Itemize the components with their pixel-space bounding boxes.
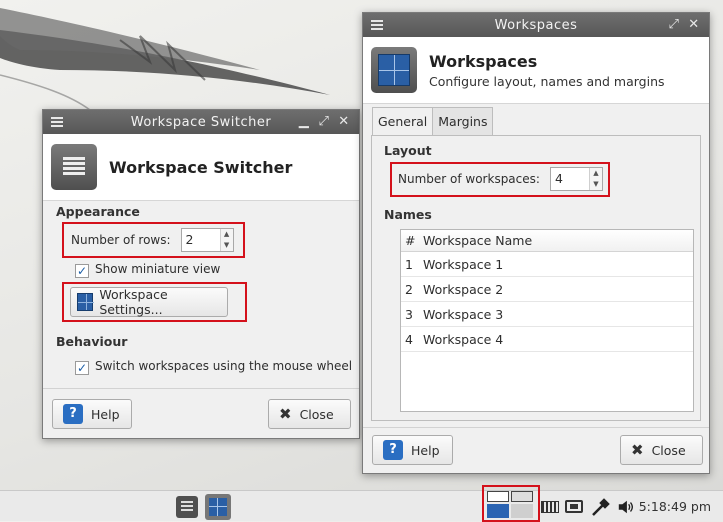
row-name[interactable]: Workspace 1 <box>421 257 503 272</box>
rows-value[interactable]: 2 <box>182 229 220 251</box>
mouse-wheel-checkbox[interactable]: ✓ <box>75 361 89 375</box>
appearance-heading: Appearance <box>56 204 140 219</box>
volume-icon[interactable] <box>617 498 635 516</box>
workspaces-icon <box>371 47 417 93</box>
workspaces-window: Workspaces ⤢ ✕ Workspaces Configure layo… <box>362 12 710 474</box>
close-icon[interactable]: ✕ <box>687 17 701 33</box>
workspace-settings-button[interactable]: Workspace Settings... <box>70 287 228 317</box>
workspace-names-table: # Workspace Name 1 Workspace 1 2 Workspa… <box>400 229 694 412</box>
tab-margins[interactable]: Margins <box>432 107 494 135</box>
workspace-count-spinner[interactable]: 4 ▲ ▼ <box>549 167 603 191</box>
row-number: 4 <box>405 331 413 347</box>
dialog-subtitle: Configure layout, names and margins <box>429 73 665 89</box>
help-icon: ? <box>383 440 403 460</box>
close-x-icon: ✖ <box>631 441 644 459</box>
maximize-icon[interactable]: ⤢ <box>667 17 681 33</box>
table-row[interactable]: 4 Workspace 4 <box>401 327 693 352</box>
dialog-header: Workspaces Configure layout, names and m… <box>363 37 709 104</box>
show-miniature-checkbox[interactable]: ✓ <box>75 264 89 278</box>
tab-general[interactable]: General <box>372 107 434 135</box>
close-button[interactable]: ✖ Close <box>620 435 703 465</box>
close-label: Close <box>651 442 686 458</box>
workspace-settings-label: Workspace Settings... <box>99 287 168 317</box>
workspace-count-label: Number of workspaces: <box>398 172 540 186</box>
row-number: 3 <box>405 306 413 322</box>
window-title: Workspace Switcher <box>130 114 272 130</box>
help-icon: ? <box>63 404 83 424</box>
taskbar: 5:18:49 pm <box>0 485 723 522</box>
network-icon[interactable] <box>591 497 611 517</box>
table-row[interactable]: 2 Workspace 2 <box>401 277 693 302</box>
mouse-wheel-label: Switch workspaces using the mouse wheel <box>95 359 353 373</box>
workspace-switcher-icon <box>51 144 97 190</box>
workspace-icon[interactable] <box>205 494 231 520</box>
help-button[interactable]: ? Help <box>372 435 453 465</box>
rows-spinner[interactable]: 2 ▲ ▼ <box>180 228 234 252</box>
rows-label: Number of rows: <box>71 233 171 247</box>
keyboard-icon[interactable] <box>541 501 559 513</box>
layout-heading: Layout <box>384 143 432 158</box>
workspace-count-value[interactable]: 4 <box>551 168 589 190</box>
mouse-wheel-option[interactable]: ✓ Switch workspaces using the mouse wheel <box>75 359 352 375</box>
table-header: # Workspace Name <box>401 230 693 252</box>
show-miniature-option[interactable]: ✓ Show miniature view <box>75 262 220 278</box>
row-number: 2 <box>405 281 413 297</box>
row-name[interactable]: Workspace 2 <box>421 282 503 297</box>
window-menu-icon[interactable] <box>371 20 383 30</box>
dialog-header: Workspace Switcher <box>43 134 359 201</box>
workspace-settings-icon <box>77 293 94 311</box>
spin-down-icon[interactable]: ▼ <box>590 179 602 190</box>
close-button[interactable]: ✖ Close <box>268 399 351 429</box>
column-number[interactable]: # <box>401 233 421 248</box>
workspace-switcher-applet[interactable] <box>486 489 536 519</box>
close-icon[interactable]: ✕ <box>337 114 351 130</box>
workspace-switcher-window: Workspace Switcher ▁ ⤢ ✕ Workspace Switc… <box>42 109 360 439</box>
close-x-icon: ✖ <box>279 405 292 423</box>
row-number: 1 <box>405 256 413 272</box>
spin-down-icon[interactable]: ▼ <box>221 240 233 251</box>
table-row[interactable]: 1 Workspace 1 <box>401 252 693 277</box>
help-button[interactable]: ? Help <box>52 399 132 429</box>
maximize-icon[interactable]: ⤢ <box>317 114 331 130</box>
titlebar[interactable]: Workspace Switcher ▁ ⤢ ✕ <box>43 110 359 134</box>
clock[interactable]: 5:18:49 pm <box>639 499 711 514</box>
spin-up-icon[interactable]: ▲ <box>221 229 233 240</box>
behaviour-heading: Behaviour <box>56 334 128 349</box>
separator <box>363 427 709 428</box>
column-name[interactable]: Workspace Name <box>421 233 532 248</box>
window-menu-icon[interactable] <box>51 117 63 127</box>
wallpaper-feather <box>0 8 330 111</box>
dialog-title: Workspace Switcher <box>109 157 293 177</box>
table-row[interactable]: 3 Workspace 3 <box>401 302 693 327</box>
battery-icon[interactable] <box>565 500 583 513</box>
row-name[interactable]: Workspace 3 <box>421 307 503 322</box>
names-heading: Names <box>384 207 432 222</box>
window-list-icon[interactable] <box>176 496 198 518</box>
spin-up-icon[interactable]: ▲ <box>590 168 602 179</box>
help-label: Help <box>411 442 440 458</box>
minimize-icon[interactable]: ▁ <box>297 114 311 130</box>
dialog-title: Workspaces <box>429 51 538 71</box>
close-label: Close <box>299 406 334 422</box>
general-tab-panel: Layout Number of workspaces: 4 ▲ ▼ Names … <box>371 135 701 421</box>
titlebar[interactable]: Workspaces ⤢ ✕ <box>363 13 709 37</box>
window-title: Workspaces <box>494 17 578 33</box>
help-label: Help <box>91 406 120 422</box>
row-name[interactable]: Workspace 4 <box>421 332 503 347</box>
show-miniature-label: Show miniature view <box>95 262 221 276</box>
separator <box>43 388 359 389</box>
